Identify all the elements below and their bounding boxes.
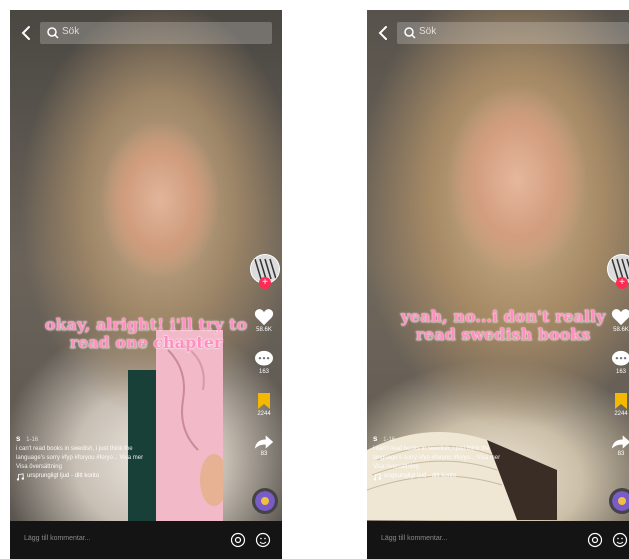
description-text: i can't read books in swedish, i just th… xyxy=(373,446,490,452)
sound-text: ursprungligt ljud - ditt konto xyxy=(27,473,100,479)
bookmark-count: 2244 xyxy=(614,411,628,417)
share-button[interactable]: 83 xyxy=(603,434,629,458)
at-icon[interactable] xyxy=(587,532,603,548)
search-input[interactable]: Sök xyxy=(397,22,629,44)
music-disc[interactable] xyxy=(252,488,278,514)
comment-icon xyxy=(255,350,273,366)
heart-icon xyxy=(611,309,629,326)
post-date: 1-16 xyxy=(26,437,39,443)
like-count: 58.6K xyxy=(256,327,272,333)
top-bar: Sök xyxy=(10,22,282,44)
music-icon xyxy=(16,472,24,481)
search-text: Sök xyxy=(62,26,80,37)
caption-line: read one chapter xyxy=(69,333,223,352)
sound-text: ursprungligt ljud - ditt konto xyxy=(384,473,457,479)
share-count: 83 xyxy=(617,451,625,457)
follow-button[interactable]: + xyxy=(616,277,628,289)
like-button[interactable]: 58.6K xyxy=(246,308,282,334)
comment-count: 163 xyxy=(615,369,626,375)
bookmark-icon xyxy=(258,393,270,409)
description-text[interactable]: language's sorry #fyp #foryou #foryo... … xyxy=(373,454,583,463)
comment-button[interactable]: 163 xyxy=(246,350,282,376)
like-button[interactable]: 58.6K xyxy=(603,308,629,334)
music-icon xyxy=(373,472,381,481)
username[interactable]: s xyxy=(373,434,377,443)
heart-icon xyxy=(254,309,274,326)
bookmark-button[interactable]: 2244 xyxy=(246,392,282,418)
video-post-right[interactable]: Sök yeah, no...i don't really read swedi… xyxy=(367,10,629,559)
at-icon[interactable] xyxy=(230,532,246,548)
see-translation-link[interactable]: Visa översättning xyxy=(373,463,583,472)
music-disc-image xyxy=(255,491,275,511)
post-description: s 1-16 i can't read books in swedish, i … xyxy=(16,434,226,481)
comment-bar: Lägg till kommentar... xyxy=(367,521,629,559)
description-text: i can't read books in swedish, i just th… xyxy=(16,446,133,452)
comment-button[interactable]: 163 xyxy=(603,350,629,376)
book-image xyxy=(128,330,223,530)
post-description: s 1-16 i can't read books in swedish, i … xyxy=(373,434,583,481)
search-input[interactable]: Sök xyxy=(40,22,272,44)
comment-icon xyxy=(612,350,629,366)
caption-line: read swedish books xyxy=(415,325,591,344)
back-icon[interactable] xyxy=(18,24,34,42)
bookmark-count: 2244 xyxy=(257,411,271,417)
comment-input[interactable]: Lägg till kommentar... xyxy=(24,535,91,542)
search-icon xyxy=(404,27,416,39)
top-bar: Sök xyxy=(367,22,629,44)
post-date: 1-16 xyxy=(383,437,396,443)
share-count: 83 xyxy=(260,451,268,457)
caption-line: yeah, no...i don't really xyxy=(400,307,606,326)
caption-line: okay, alright! i'll try to xyxy=(44,315,248,334)
video-caption: okay, alright! i'll try to read one chap… xyxy=(10,316,282,352)
search-icon xyxy=(47,27,59,39)
bookmark-icon xyxy=(615,393,627,409)
emoji-icon[interactable] xyxy=(612,532,628,548)
music-disc[interactable] xyxy=(609,488,629,514)
share-icon xyxy=(254,435,274,449)
emoji-icon[interactable] xyxy=(255,532,271,548)
username[interactable]: s xyxy=(16,434,20,443)
sound-link[interactable]: ursprungligt ljud - ditt konto xyxy=(16,472,226,481)
see-translation-link[interactable]: Visa översättning xyxy=(16,463,226,472)
like-count: 58.6K xyxy=(613,327,629,333)
comment-input[interactable]: Lägg till kommentar... xyxy=(381,535,448,542)
back-icon[interactable] xyxy=(375,24,391,42)
video-post-left[interactable]: Sök okay, alright! i'll try to read one … xyxy=(10,10,282,559)
share-icon xyxy=(611,435,629,449)
description-text[interactable]: language's sorry #fyp #foryou #foryo... … xyxy=(16,454,226,463)
search-text: Sök xyxy=(419,26,437,37)
music-disc-image xyxy=(612,491,629,511)
comment-bar: Lägg till kommentar... xyxy=(10,521,282,559)
follow-button[interactable]: + xyxy=(259,277,271,289)
video-caption: yeah, no...i don't really read swedish b… xyxy=(367,308,629,344)
bookmark-button[interactable]: 2244 xyxy=(603,392,629,418)
share-button[interactable]: 83 xyxy=(246,434,282,458)
sound-link[interactable]: ursprungligt ljud - ditt konto xyxy=(373,472,583,481)
comment-count: 163 xyxy=(258,369,269,375)
